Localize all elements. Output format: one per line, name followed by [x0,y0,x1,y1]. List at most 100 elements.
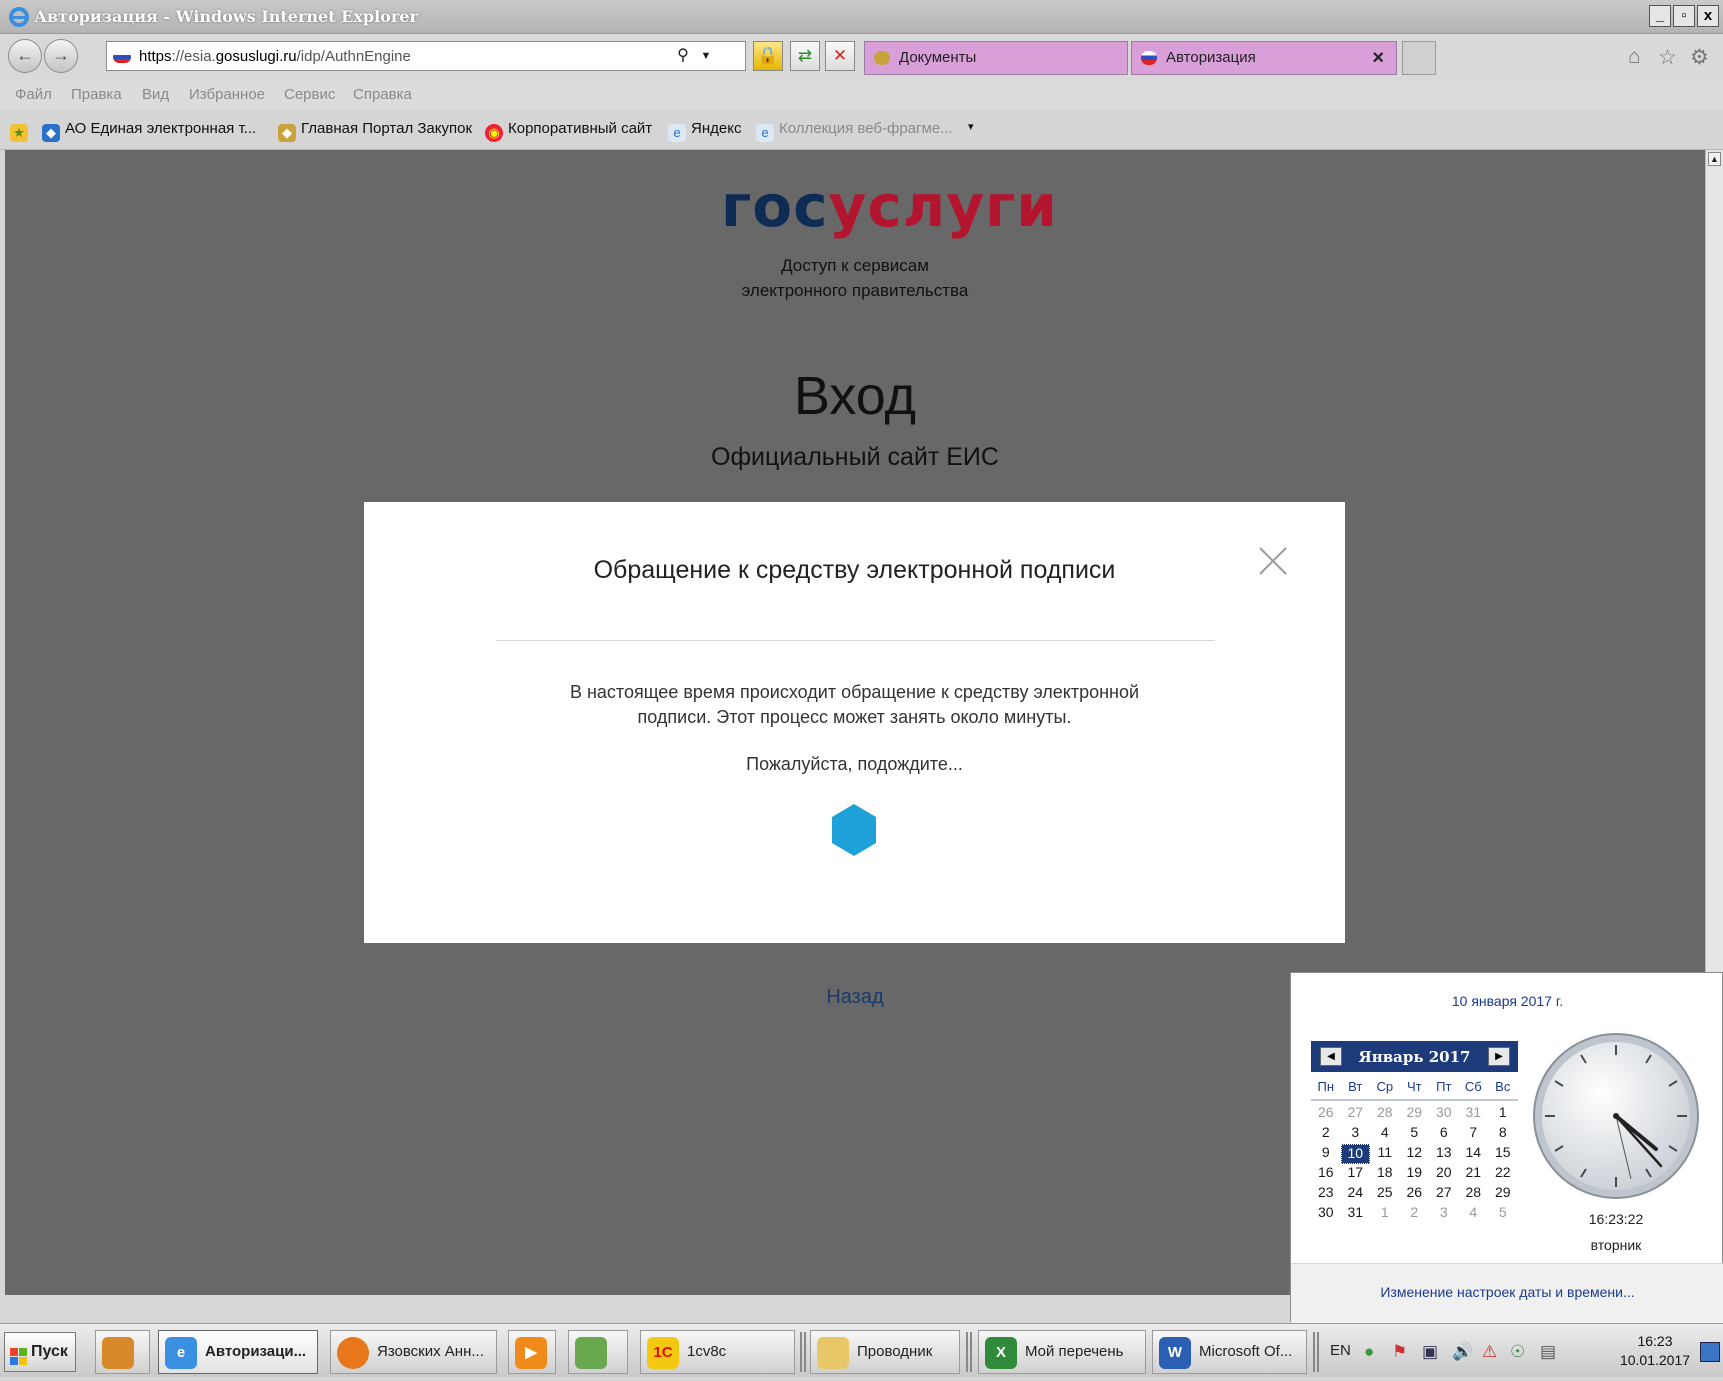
calendar-day[interactable]: 29 [1488,1184,1518,1204]
tray-warning-icon[interactable]: ⚑ [1392,1342,1407,1362]
tray-device-icon[interactable]: ▤ [1540,1342,1556,1362]
calendar-day[interactable]: 11 [1370,1144,1400,1164]
calendar-day[interactable]: 4 [1459,1204,1489,1224]
lock-icon[interactable]: 🔒 [753,41,783,71]
calendar-day[interactable]: 12 [1400,1144,1430,1164]
calendar-day[interactable]: 27 [1429,1184,1459,1204]
calendar-day[interactable]: 17 [1341,1164,1371,1184]
address-bar[interactable]: https://esia.gosuslugi.ru/idp/AuthnEngin… [106,41,746,71]
menu-favorites[interactable]: Избранное [189,86,265,103]
calendar-day[interactable]: 8 [1488,1124,1518,1144]
taskbar-item-ie[interactable]: e Авторизаци... [158,1330,318,1374]
calendar-day-selected[interactable]: 10 [1340,1144,1370,1164]
calendar-day[interactable]: 16 [1311,1164,1341,1184]
taskbar-item-word[interactable]: W Microsoft Of... [1152,1330,1307,1374]
stop-button[interactable]: ✕ [825,41,855,71]
tray-app-icon[interactable]: ● [1364,1342,1374,1362]
back-link[interactable]: Назад [780,986,930,1009]
calendar-day[interactable]: 7 [1459,1124,1489,1144]
calendar-day[interactable]: 5 [1400,1124,1430,1144]
taskbar-item-tool[interactable] [568,1330,628,1374]
refresh-button[interactable]: ⇄ [790,41,820,71]
add-favorite-star-icon[interactable]: ★ [10,120,33,142]
calendar-day[interactable]: 4 [1370,1124,1400,1144]
calendar-day[interactable]: 6 [1429,1124,1459,1144]
calendar-day[interactable]: 1 [1488,1104,1518,1124]
menu-view[interactable]: Вид [142,86,169,103]
calendar-day[interactable]: 3 [1429,1204,1459,1224]
tray-muted-icon[interactable]: ⚠ [1482,1342,1497,1362]
gear-icon[interactable]: ⚙ [1690,45,1709,70]
calendar-day[interactable]: 1 [1370,1204,1400,1224]
calendar-day[interactable]: 30 [1429,1104,1459,1124]
calendar-day[interactable]: 26 [1400,1184,1430,1204]
scroll-up-arrow-icon[interactable]: ▲ [1708,152,1721,166]
calendar-month[interactable]: Январь 2017 [1311,1048,1518,1066]
taskbar-item-explorer[interactable]: Проводник [810,1330,960,1374]
close-icon[interactable] [1256,544,1290,578]
taskbar-item-excel[interactable]: X Мой перечень [978,1330,1146,1374]
calendar-day[interactable]: 30 [1311,1204,1341,1224]
dropdown-arrow-icon[interactable]: ▼ [695,45,717,67]
taskbar-item-firefox[interactable]: Язовских Анн... [330,1330,497,1374]
full-date[interactable]: 10 января 2017 г. [1291,993,1723,1009]
calendar-day[interactable]: 15 [1488,1144,1518,1164]
search-icon[interactable]: ⚲ [672,45,694,67]
volume-icon[interactable]: 🔊 [1452,1342,1473,1362]
taskbar-item-media[interactable]: ▶ [508,1330,556,1374]
show-desktop-button[interactable] [1700,1342,1720,1362]
calendar-day[interactable]: 25 [1370,1184,1400,1204]
maximize-button[interactable]: ▫ [1673,5,1695,27]
calendar-day[interactable]: 29 [1400,1104,1430,1124]
start-button[interactable]: Пуск [4,1332,76,1372]
menu-file[interactable]: Файл [15,86,52,103]
new-tab-button[interactable] [1402,41,1436,75]
tray-security-icon[interactable]: ☉ [1510,1342,1525,1362]
favorites-dropdown[interactable]: ▾ [968,120,974,133]
taskbar-item-1c[interactable]: 1С 1cv8c [640,1330,795,1374]
calendar-day[interactable]: 2 [1311,1124,1341,1144]
calendar-day[interactable]: 5 [1488,1204,1518,1224]
home-icon[interactable]: ⌂ [1628,45,1641,69]
calendar-day[interactable]: 31 [1459,1104,1489,1124]
tab-documents[interactable]: Документы [864,41,1128,75]
network-icon[interactable]: ▣ [1422,1342,1438,1362]
calendar-day[interactable]: 20 [1429,1164,1459,1184]
calendar-day[interactable]: 21 [1459,1164,1489,1184]
language-indicator[interactable]: EN [1330,1342,1351,1359]
calendar-day[interactable]: 23 [1311,1184,1341,1204]
favorite-link-eetp[interactable]: ◆ АО Единая электронная т... [42,120,256,142]
close-window-button[interactable]: x [1697,5,1719,27]
favorites-star-icon[interactable]: ☆ [1658,45,1677,70]
calendar-day[interactable]: 24 [1341,1184,1371,1204]
calendar-day[interactable]: 13 [1429,1144,1459,1164]
favorite-link-webslices[interactable]: e Коллекция веб-фрагме... [756,120,953,142]
forward-button[interactable]: → [44,39,78,73]
calendar-day[interactable]: 27 [1341,1104,1371,1124]
calendar-day[interactable]: 3 [1341,1124,1371,1144]
tab-authorization[interactable]: Авторизация × [1131,41,1397,75]
date-time-settings-link[interactable]: Изменение настроек даты и времени... [1291,1284,1723,1300]
calendar-day[interactable]: 26 [1311,1104,1341,1124]
minimize-button[interactable]: _ [1649,5,1671,27]
calendar-day[interactable]: 22 [1488,1164,1518,1184]
calendar-day[interactable]: 18 [1370,1164,1400,1184]
calendar-day[interactable]: 31 [1341,1204,1371,1224]
quicklaunch-folder[interactable] [95,1330,150,1374]
menu-help[interactable]: Справка [353,86,412,103]
menu-tools[interactable]: Сервис [284,86,335,103]
calendar-day[interactable]: 28 [1459,1184,1489,1204]
calendar-day[interactable]: 28 [1370,1104,1400,1124]
favorite-link-corporate[interactable]: ◉ Корпоративный сайт [485,120,652,142]
taskbar-clock[interactable]: 16:23 10.01.2017 [1605,1332,1705,1370]
calendar-day[interactable]: 14 [1459,1144,1489,1164]
back-button[interactable]: ← [8,39,42,73]
tab-close-button[interactable]: × [1372,42,1384,74]
next-month-button[interactable]: ▶ [1488,1047,1510,1066]
calendar-day[interactable]: 9 [1311,1144,1341,1164]
favorite-link-yandex[interactable]: e Яндекс [668,120,741,142]
favorite-link-zakupki[interactable]: ◆ Главная Портал Закупок [278,120,472,142]
calendar-day[interactable]: 2 [1400,1204,1430,1224]
menu-edit[interactable]: Правка [71,86,122,103]
calendar-day[interactable]: 19 [1400,1164,1430,1184]
